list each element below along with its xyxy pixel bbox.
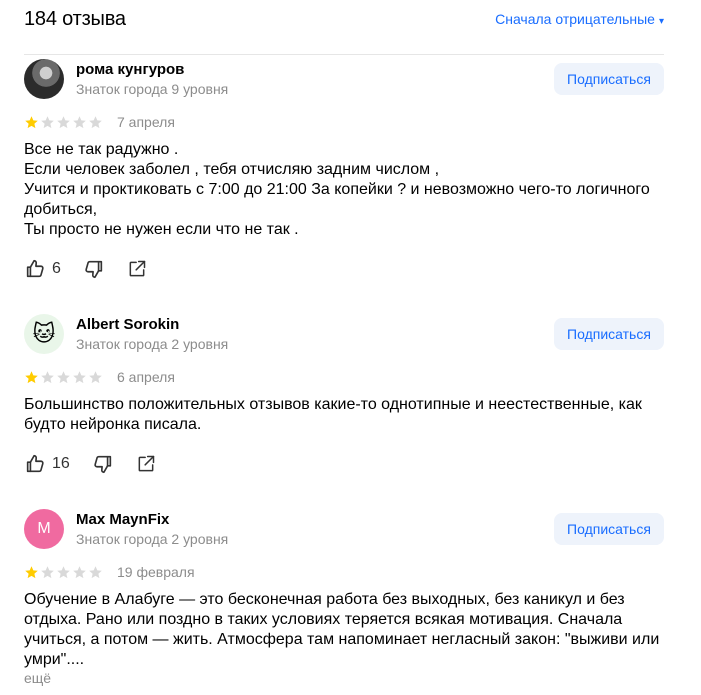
star-icon: [89, 565, 102, 578]
review-card: M Max MaynFix Знаток города 2 уровня Под…: [24, 509, 664, 695]
star-icon: [89, 370, 102, 383]
review-date: 7 апреля: [117, 114, 175, 130]
expand-more-link[interactable]: ещё: [24, 670, 51, 686]
review-text: Обучение в Алабуге — это бесконечная раб…: [24, 591, 660, 668]
rating-row: 6 апреля: [24, 368, 175, 386]
review-text: Все не так радужно . Если человек заболе…: [24, 141, 650, 238]
star-icon: [41, 115, 54, 128]
subscribe-button[interactable]: Подписаться: [554, 63, 664, 95]
star-icon: [73, 370, 86, 383]
author-name[interactable]: Max MaynFix: [76, 511, 169, 528]
like-count: 16: [52, 455, 70, 472]
sort-dropdown[interactable]: Сначала отрицательные ▾: [495, 11, 664, 27]
star-icon: [73, 115, 86, 128]
rating-stars: [24, 565, 103, 580]
thumbs-down-icon: [83, 258, 105, 280]
star-icon: [25, 370, 38, 383]
sort-label: Сначала отрицательные: [495, 11, 655, 27]
star-icon: [25, 565, 38, 578]
share-button[interactable]: [127, 259, 147, 279]
star-icon: [89, 115, 102, 128]
review-text: Большинство положительных отзывов какие-…: [24, 396, 642, 433]
avatar-initial: M: [37, 520, 51, 537]
rating-stars: [24, 115, 103, 130]
rating-row: 7 апреля: [24, 113, 175, 131]
author-name[interactable]: рома кунгуров: [76, 61, 184, 78]
dislike-button[interactable]: [92, 453, 114, 475]
star-icon: [41, 565, 54, 578]
thumbs-up-icon: [24, 453, 46, 475]
chevron-down-icon: ▾: [658, 16, 664, 27]
reviews-count-title: 184 отзыва: [24, 8, 126, 30]
author-level: Знаток города 2 уровня: [76, 531, 229, 547]
review-date: 19 февраля: [117, 564, 195, 580]
avatar[interactable]: M: [24, 509, 64, 549]
star-icon: [57, 370, 70, 383]
avatar[interactable]: [24, 59, 64, 99]
like-button[interactable]: 16: [24, 453, 70, 475]
share-button[interactable]: [136, 454, 156, 474]
like-button[interactable]: 6: [24, 258, 61, 280]
rating-stars: [24, 370, 103, 385]
star-icon: [57, 565, 70, 578]
thumbs-up-icon: [24, 258, 46, 280]
thumbs-down-icon: [92, 453, 114, 475]
review-card: 🐱 Albert Sorokin Знаток города 2 уровня …: [24, 314, 664, 484]
cat-face-icon: 🐱: [32, 321, 56, 346]
avatar[interactable]: 🐱: [24, 314, 64, 354]
reviews-header: 184 отзыва Сначала отрицательные ▾: [24, 6, 664, 32]
subscribe-button[interactable]: Подписаться: [554, 513, 664, 545]
review-card: рома кунгуров Знаток города 9 уровня Под…: [24, 59, 664, 289]
star-icon: [41, 370, 54, 383]
star-icon: [73, 565, 86, 578]
author-name[interactable]: Albert Sorokin: [76, 316, 179, 333]
divider: [24, 54, 664, 55]
review-actions: 16: [24, 453, 156, 475]
share-icon: [136, 454, 156, 474]
share-icon: [127, 259, 147, 279]
subscribe-button[interactable]: Подписаться: [554, 318, 664, 350]
rating-row: 19 февраля: [24, 563, 195, 581]
author-level: Знаток города 9 уровня: [76, 81, 229, 97]
star-icon: [25, 115, 38, 128]
like-count: 6: [52, 260, 61, 277]
review-date: 6 апреля: [117, 369, 175, 385]
review-actions: 6: [24, 258, 147, 280]
divider: [24, 294, 664, 295]
star-icon: [57, 115, 70, 128]
author-level: Знаток города 2 уровня: [76, 336, 229, 352]
dislike-button[interactable]: [83, 258, 105, 280]
